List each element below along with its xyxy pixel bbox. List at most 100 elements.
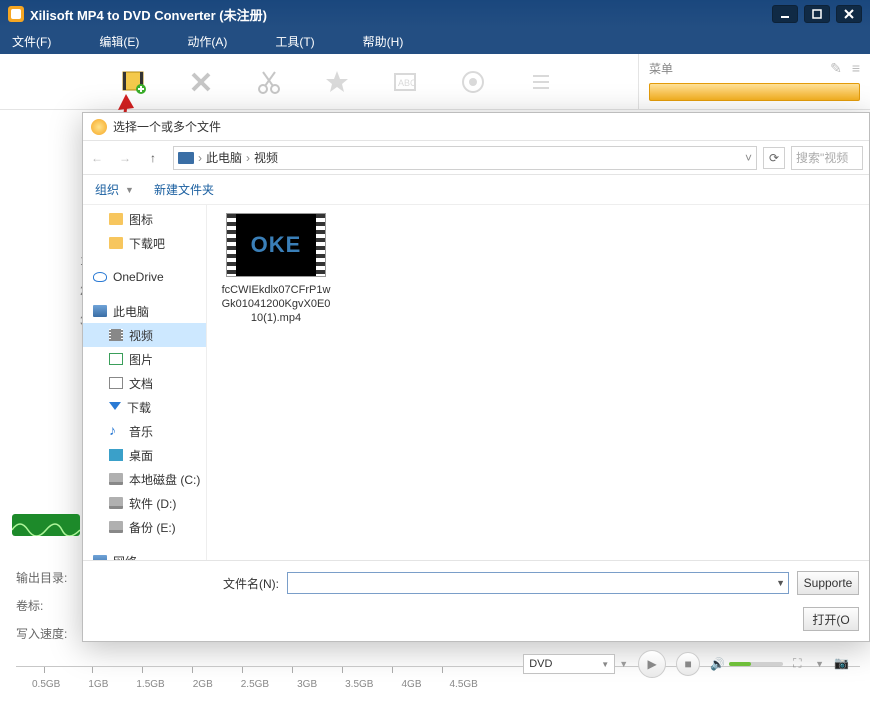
template-preview[interactable] [649, 83, 860, 101]
minimize-button[interactable] [772, 5, 798, 23]
drive-icon [109, 473, 123, 485]
file-name: fcCWIEkdlx07CFrP1wGk01041200KgvX0E010(1)… [221, 283, 331, 325]
write-speed-label: 写入速度: [16, 620, 67, 648]
volume-control[interactable]: 🔊 [710, 657, 783, 671]
dialog-titlebar: 选择一个或多个文件 [83, 113, 869, 141]
subtitle-button[interactable]: ABC [390, 67, 420, 97]
picture-icon [109, 353, 123, 365]
tree-documents[interactable]: 文档 [83, 371, 206, 395]
menu-action[interactable]: 动作(A) [187, 33, 227, 50]
folder-icon [109, 213, 123, 225]
dialog-toolbar: 组织 ▼ 新建文件夹 [83, 175, 869, 205]
playback-controls: DVD▼ ▼ ▶ ■ 🔊 ⛶ ▼ 📷 [523, 650, 852, 678]
chevron-right-icon: › [198, 151, 202, 165]
forward-button: → [111, 146, 139, 170]
chevron-right-icon: › [246, 151, 250, 165]
back-button[interactable]: ← [83, 146, 111, 170]
address-bar[interactable]: › 此电脑 › 视频 ˅ [173, 146, 757, 170]
app-icon [8, 6, 24, 22]
document-icon [109, 377, 123, 389]
dialog-nav: ← → ↑ › 此电脑 › 视频 ˅ ⟳ 搜索"视频 [83, 141, 869, 175]
output-settings: 输出目录: 卷标: 写入速度: [16, 564, 67, 648]
crumb-videos[interactable]: 视频 [254, 149, 278, 166]
organize-button[interactable]: 组织 [95, 181, 119, 198]
open-button[interactable]: 打开(O [803, 607, 859, 631]
speaker-icon: 🔊 [710, 657, 725, 671]
add-file-button[interactable] [118, 67, 148, 97]
tree-download-site[interactable]: 下载吧 [83, 231, 206, 255]
video-icon [109, 329, 123, 341]
chevron-down-icon: ▼ [601, 660, 609, 669]
chevron-down-icon[interactable]: ▼ [619, 659, 628, 669]
window-title: Xilisoft MP4 to DVD Converter (未注册) [30, 5, 772, 24]
dialog-bottom: 文件名(N): ▼ Supporte 打开(O [83, 560, 869, 641]
folder-icon [109, 237, 123, 249]
toolbar: ABC 菜单 ✎ ≡ [0, 54, 870, 110]
search-input[interactable]: 搜索"视频 [791, 146, 863, 170]
right-panel-caption: 菜单 [649, 60, 673, 77]
chevron-down-icon: ▼ [125, 185, 134, 195]
tree-network[interactable]: 网络 [83, 549, 206, 560]
menu-file[interactable]: 文件(F) [12, 33, 51, 50]
tree-downloads[interactable]: 下载 [83, 395, 206, 419]
chevron-down-icon[interactable]: ▼ [776, 578, 785, 588]
delete-button[interactable] [186, 67, 216, 97]
chevron-down-icon[interactable]: ▼ [815, 659, 824, 669]
tree-videos[interactable]: 视频 [83, 323, 206, 347]
refresh-button[interactable]: ⟳ [763, 147, 785, 169]
menu-edit[interactable]: 编辑(E) [99, 33, 139, 50]
pc-icon [93, 305, 107, 317]
video-thumbnail: OKE [226, 213, 326, 277]
list-button[interactable] [526, 67, 556, 97]
menu-tools[interactable]: 工具(T) [275, 33, 314, 50]
folder-tree: 图标 下载吧 OneDrive 此电脑 视频 图片 文档 下载 ♪音乐 桌面 本… [83, 205, 207, 560]
disc-type-dropdown[interactable]: DVD▼ [523, 654, 615, 674]
close-button[interactable] [836, 5, 862, 23]
maximize-button[interactable] [804, 5, 830, 23]
download-icon [109, 402, 121, 416]
play-button[interactable]: ▶ [638, 650, 666, 678]
new-folder-button[interactable]: 新建文件夹 [154, 181, 214, 198]
dialog-icon [91, 119, 107, 135]
cut-button[interactable] [254, 67, 284, 97]
file-item[interactable]: OKE fcCWIEkdlx07CFrP1wGk01041200KgvX0E01… [221, 213, 331, 325]
volume-slider[interactable] [729, 662, 783, 666]
tree-drive-d[interactable]: 软件 (D:) [83, 491, 206, 515]
snapshot-icon[interactable]: 📷 [834, 656, 852, 672]
tree-thispc[interactable]: 此电脑 [83, 299, 206, 323]
output-dir-label: 输出目录: [16, 564, 67, 592]
waveform-display [12, 514, 80, 536]
window-buttons [772, 5, 862, 23]
tree-pictures[interactable]: 图片 [83, 347, 206, 371]
volume-label: 卷标: [16, 592, 67, 620]
list-icon[interactable]: ≡ [852, 60, 860, 77]
right-panel-header: 菜单 ✎ ≡ [638, 54, 870, 110]
fullscreen-icon[interactable]: ⛶ [793, 656, 811, 672]
desktop-icon [109, 449, 123, 461]
tree-icons[interactable]: 图标 [83, 207, 206, 231]
stop-button[interactable]: ■ [676, 652, 700, 676]
music-icon: ♪ [109, 425, 123, 437]
tree-onedrive[interactable]: OneDrive [83, 265, 206, 289]
file-pane[interactable]: OKE fcCWIEkdlx07CFrP1wGk01041200KgvX0E01… [207, 205, 869, 560]
tree-desktop[interactable]: 桌面 [83, 443, 206, 467]
burn-button[interactable] [458, 67, 488, 97]
tree-drive-e[interactable]: 备份 (E:) [83, 515, 206, 539]
menu-bar: 文件(F) 编辑(E) 动作(A) 工具(T) 帮助(H) [0, 28, 870, 54]
filename-label: 文件名(N): [93, 575, 287, 592]
menu-help[interactable]: 帮助(H) [363, 33, 404, 50]
effects-button[interactable] [322, 67, 352, 97]
crumb-thispc[interactable]: 此电脑 [206, 149, 242, 166]
dialog-title: 选择一个或多个文件 [113, 118, 221, 135]
drive-icon [109, 497, 123, 509]
chevron-down-icon[interactable]: ˅ [745, 151, 752, 165]
tree-drive-c[interactable]: 本地磁盘 (C:) [83, 467, 206, 491]
tree-music[interactable]: ♪音乐 [83, 419, 206, 443]
up-button[interactable]: ↑ [139, 146, 167, 170]
edit-icon[interactable]: ✎ [830, 60, 842, 77]
file-open-dialog: 选择一个或多个文件 ← → ↑ › 此电脑 › 视频 ˅ ⟳ 搜索"视频 组织 ▼… [82, 112, 870, 642]
filename-input[interactable]: ▼ [287, 572, 789, 594]
drive-icon [109, 521, 123, 533]
dialog-body: 图标 下载吧 OneDrive 此电脑 视频 图片 文档 下载 ♪音乐 桌面 本… [83, 205, 869, 560]
file-type-dropdown[interactable]: Supporte [797, 571, 859, 595]
